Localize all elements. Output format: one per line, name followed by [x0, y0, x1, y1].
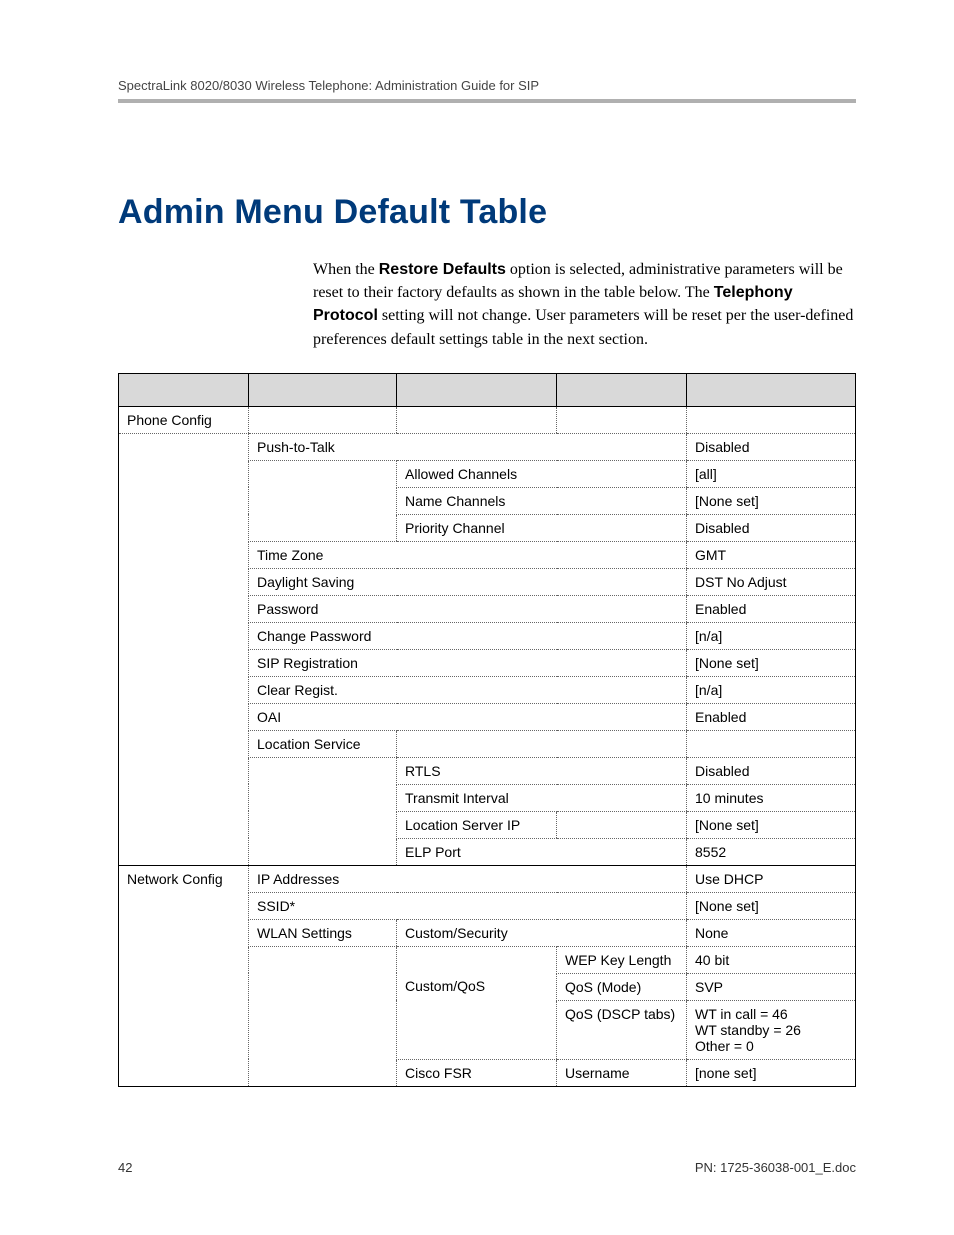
param-label: Daylight Saving: [249, 568, 397, 595]
param-label: Push-to-Talk: [249, 433, 397, 460]
intro-paragraph: When the Restore Defaults option is sele…: [313, 258, 856, 351]
param-value: [None set]: [687, 892, 856, 919]
param-label: Time Zone: [249, 541, 397, 568]
param-label: ELP Port: [397, 838, 557, 865]
page-title: Admin Menu Default Table: [118, 193, 856, 232]
table-row: WEP Key Length 40 bit: [119, 946, 856, 973]
table-row: Daylight Saving DST No Adjust: [119, 568, 856, 595]
param-value: [none set]: [687, 1059, 856, 1086]
param-label: WLAN Settings: [249, 919, 397, 946]
param-label: Location Server IP: [397, 811, 557, 838]
table-row: WLAN Settings Custom/Security None: [119, 919, 856, 946]
intro-bold-restore: Restore Defaults: [379, 261, 506, 278]
param-value: Enabled: [687, 703, 856, 730]
table-row: Push-to-Talk Disabled: [119, 433, 856, 460]
param-value: [all]: [687, 460, 856, 487]
param-label: Custom/Security: [397, 919, 557, 946]
intro-text: When the: [313, 261, 379, 278]
table-row: Network Config IP Addresses Use DHCP: [119, 865, 856, 892]
page-footer: 42 PN: 1725-36038-001_E.doc: [118, 1160, 856, 1175]
table-row: Priority Channel Disabled: [119, 514, 856, 541]
table-row: SIP Registration [None set]: [119, 649, 856, 676]
param-label: QoS (Mode): [557, 973, 687, 1000]
param-value: Use DHCP: [687, 865, 856, 892]
param-value: [n/a]: [687, 622, 856, 649]
param-value: SVP: [687, 973, 856, 1000]
table-row: Password Enabled: [119, 595, 856, 622]
param-value: 8552: [687, 838, 856, 865]
param-label: SIP Registration: [249, 649, 397, 676]
param-label: SSID*: [249, 892, 397, 919]
table-row: OAI Enabled: [119, 703, 856, 730]
table-row: Location Server IP [None set]: [119, 811, 856, 838]
page-number: 42: [118, 1160, 132, 1175]
param-value: Disabled: [687, 433, 856, 460]
table-row: Transmit Interval 10 minutes: [119, 784, 856, 811]
header-rule: [118, 99, 856, 103]
param-value: [None set]: [687, 811, 856, 838]
section-label: Phone Config: [119, 406, 249, 433]
param-value: Disabled: [687, 514, 856, 541]
param-label: Username: [557, 1059, 687, 1086]
param-value: Disabled: [687, 757, 856, 784]
section-label: Network Config: [119, 865, 249, 892]
part-number: PN: 1725-36038-001_E.doc: [695, 1160, 856, 1175]
param-value: [n/a]: [687, 676, 856, 703]
defaults-table: Phone Config Push-to-Talk Disabled Allow…: [118, 373, 856, 1087]
table-row: Name Channels [None set]: [119, 487, 856, 514]
param-value: WT in call = 46 WT standby = 26 Other = …: [687, 1000, 856, 1059]
param-value: 40 bit: [687, 946, 856, 973]
param-label: Priority Channel: [397, 514, 557, 541]
param-value: Enabled: [687, 595, 856, 622]
param-value: [None set]: [687, 487, 856, 514]
param-label: Name Channels: [397, 487, 557, 514]
table-row: Time Zone GMT: [119, 541, 856, 568]
param-value: [None set]: [687, 649, 856, 676]
param-label: QoS (DSCP tabs): [557, 1000, 687, 1059]
intro-text: setting will not change. User parameters…: [313, 307, 853, 347]
param-label: RTLS: [397, 757, 557, 784]
table-row: RTLS Disabled: [119, 757, 856, 784]
table-row: Cisco FSR Username [none set]: [119, 1059, 856, 1086]
param-label: Change Password: [249, 622, 397, 649]
table-row: Clear Regist. [n/a]: [119, 676, 856, 703]
table-row: Custom/QoS QoS (Mode) SVP: [119, 973, 856, 1000]
param-label: Transmit Interval: [397, 784, 557, 811]
table-row: QoS (DSCP tabs) WT in call = 46 WT stand…: [119, 1000, 856, 1059]
param-label: IP Addresses: [249, 865, 397, 892]
table-row: Phone Config: [119, 406, 856, 433]
param-value: GMT: [687, 541, 856, 568]
param-label: Allowed Channels: [397, 460, 557, 487]
table-row: Location Service: [119, 730, 856, 757]
param-label: Location Service: [249, 730, 397, 757]
table-row: Change Password [n/a]: [119, 622, 856, 649]
param-label: WEP Key Length: [557, 946, 687, 973]
param-label: Clear Regist.: [249, 676, 397, 703]
running-header: SpectraLink 8020/8030 Wireless Telephone…: [118, 78, 856, 93]
param-label: Password: [249, 595, 397, 622]
param-value: None: [687, 919, 856, 946]
param-value: 10 minutes: [687, 784, 856, 811]
param-label: Custom/QoS: [397, 973, 557, 1000]
param-label: Cisco FSR: [397, 1059, 557, 1086]
table-row: ELP Port 8552: [119, 838, 856, 865]
table-row: SSID* [None set]: [119, 892, 856, 919]
document-page: SpectraLink 8020/8030 Wireless Telephone…: [0, 0, 954, 1235]
param-label: OAI: [249, 703, 397, 730]
table-row: Allowed Channels [all]: [119, 460, 856, 487]
param-value: DST No Adjust: [687, 568, 856, 595]
table-header-row: [119, 373, 856, 406]
